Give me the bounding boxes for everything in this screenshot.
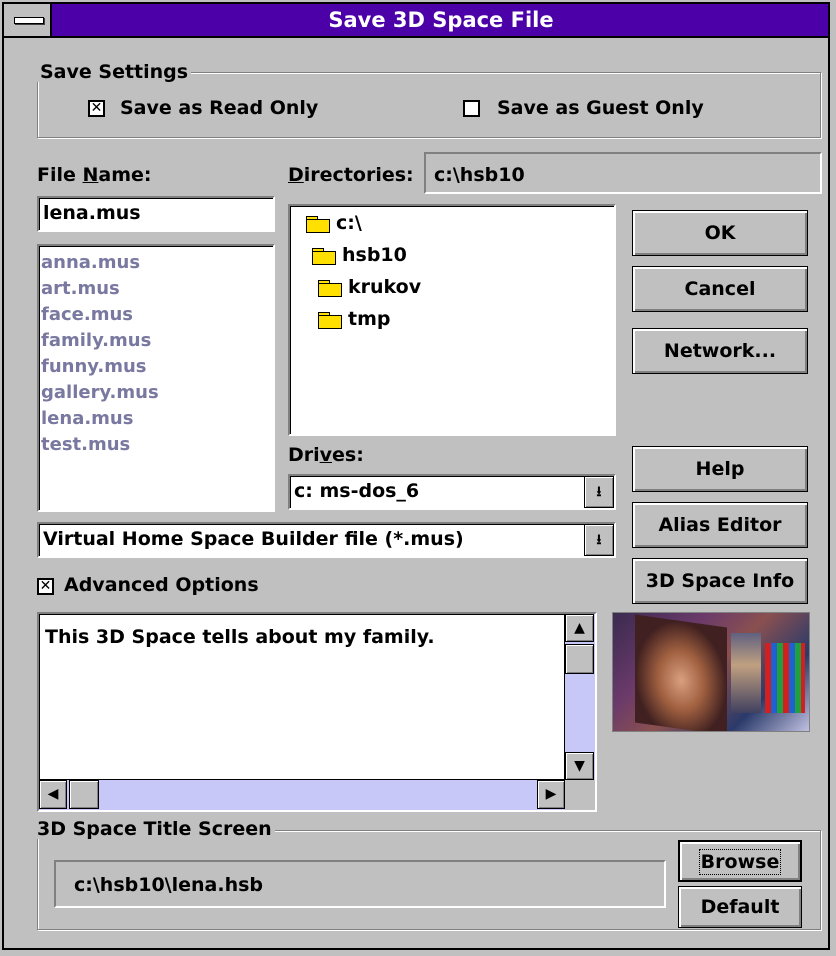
horizontal-scroll-thumb[interactable] <box>69 780 99 809</box>
preview-side-panel <box>731 633 761 713</box>
ok-button[interactable]: OK <box>632 210 808 256</box>
directories-label: Directories: <box>288 164 414 186</box>
current-directory-value: c:\hsb10 <box>434 164 525 186</box>
browse-button-label: Browse <box>698 849 782 875</box>
title-bar[interactable]: Save 3D Space File <box>4 4 828 38</box>
dir-item-tmp[interactable]: tmp <box>318 308 390 330</box>
file-list[interactable]: anna.mus art.mus face.mus family.mus funny.m… <box>37 244 275 512</box>
system-menu-icon <box>14 17 44 24</box>
read-only-label[interactable]: Save as Read Only <box>120 97 318 119</box>
system-menu-button[interactable] <box>4 4 52 36</box>
check-mark-icon: ✕ <box>90 100 103 116</box>
space-info-button[interactable]: 3D Space Info <box>632 558 808 604</box>
dir-item-label: krukov <box>348 276 422 298</box>
window-title: Save 3D Space File <box>328 8 554 32</box>
title-screen-path-value: c:\hsb10\lena.hsb <box>74 874 264 896</box>
guest-only-checkbox[interactable] <box>463 100 480 117</box>
description-text: This 3D Space tells about my family. <box>45 626 435 648</box>
read-only-checkbox[interactable]: ✕ <box>88 100 105 117</box>
save-settings-label: Save Settings <box>37 62 192 82</box>
dir-item-hsb10[interactable]: hsb10 <box>306 244 407 266</box>
file-list-item[interactable]: lena.mus <box>39 406 273 432</box>
file-list-item[interactable]: family.mus <box>39 328 273 354</box>
file-type-select[interactable]: Virtual Home Space Builder file (*.mus) … <box>37 522 616 558</box>
drives-select[interactable]: c: ms-dos_6 ⭳ <box>288 474 616 510</box>
file-list-item[interactable]: anna.mus <box>39 250 273 276</box>
title-screen-path-field: c:\hsb10\lena.hsb <box>54 860 666 908</box>
title-screen-label: 3D Space Title Screen <box>34 819 275 839</box>
dir-item-root[interactable]: c:\ <box>306 212 362 234</box>
directory-tree[interactable]: c:\ hsb10 krukov tmp <box>288 204 616 436</box>
guest-only-label[interactable]: Save as Guest Only <box>497 97 704 119</box>
open-folder-icon <box>306 215 330 233</box>
file-name-input[interactable]: lena.mus <box>37 196 275 232</box>
preview-portrait <box>635 614 727 731</box>
folder-icon <box>318 279 342 297</box>
vertical-scroll-thumb[interactable] <box>565 644 594 674</box>
dir-item-label: hsb10 <box>342 244 407 266</box>
cancel-button[interactable]: Cancel <box>632 266 808 312</box>
drives-label: Drives: <box>288 444 364 466</box>
file-type-dropdown-arrow-icon[interactable]: ⭳ <box>584 524 614 556</box>
advanced-options-label[interactable]: Advanced Options <box>64 574 259 596</box>
file-list-item[interactable]: gallery.mus <box>39 380 273 406</box>
drives-dropdown-arrow-icon[interactable]: ⭳ <box>584 476 614 508</box>
scroll-right-arrow-icon[interactable]: ▶ <box>537 780 565 809</box>
horizontal-scrollbar[interactable]: ◀ ▶ <box>39 779 565 810</box>
vertical-scrollbar[interactable]: ▲ ▼ <box>564 614 595 780</box>
description-textarea[interactable]: This 3D Space tells about my family. ▲ ▼… <box>37 612 597 812</box>
alias-editor-button[interactable]: Alias Editor <box>632 502 808 548</box>
network-button[interactable]: Network... <box>632 328 808 374</box>
file-list-item[interactable]: test.mus <box>39 432 273 458</box>
dir-item-krukov[interactable]: krukov <box>318 276 421 298</box>
advanced-options-checkbox[interactable]: ✕ <box>37 578 54 595</box>
default-button[interactable]: Default <box>678 886 802 928</box>
file-type-value: Virtual Home Space Builder file (*.mus) <box>43 528 464 550</box>
dir-item-label: c:\ <box>336 212 362 234</box>
help-button[interactable]: Help <box>632 446 808 492</box>
open-folder-icon <box>312 247 336 265</box>
scroll-left-arrow-icon[interactable]: ◀ <box>39 780 67 809</box>
file-list-item[interactable]: funny.mus <box>39 354 273 380</box>
folder-icon <box>318 311 342 329</box>
drives-value: c: ms-dos_6 <box>294 480 420 502</box>
title-screen-preview-image <box>612 612 810 732</box>
scroll-down-arrow-icon[interactable]: ▼ <box>565 752 594 780</box>
save-dialog: Save 3D Space File Save Settings ✕ Save … <box>2 2 830 950</box>
dir-item-label: tmp <box>348 308 391 330</box>
scrollbar-corner <box>565 780 595 810</box>
check-mark-icon: ✕ <box>39 578 52 594</box>
scroll-up-arrow-icon[interactable]: ▲ <box>565 614 594 642</box>
file-name-value: lena.mus <box>43 202 141 224</box>
browse-button[interactable]: Browse <box>678 840 802 882</box>
file-list-item[interactable]: art.mus <box>39 276 273 302</box>
file-name-label: File Name: <box>37 164 152 186</box>
file-list-item[interactable]: face.mus <box>39 302 273 328</box>
preview-wall-pattern <box>765 643 805 713</box>
current-directory-path: c:\hsb10 <box>424 152 822 194</box>
